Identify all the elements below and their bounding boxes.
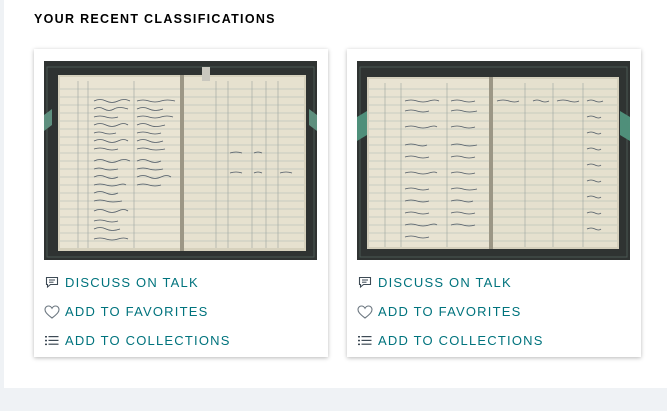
subject-thumbnail[interactable] <box>357 61 630 260</box>
heart-outline-icon <box>357 304 373 320</box>
add-to-collections-button[interactable]: ADD TO COLLECTIONS <box>44 326 317 355</box>
discuss-on-talk-link[interactable]: DISCUSS ON TALK <box>357 268 630 297</box>
speech-bubble-icon <box>357 275 373 291</box>
discuss-on-talk-label: DISCUSS ON TALK <box>65 275 199 290</box>
ledger-image <box>44 61 317 260</box>
add-to-collections-label: ADD TO COLLECTIONS <box>378 333 544 348</box>
add-to-collections-label: ADD TO COLLECTIONS <box>65 333 231 348</box>
card-actions: DISCUSS ON TALK ADD TO FAVORITES ADD TO … <box>44 268 317 355</box>
classification-card: DISCUSS ON TALK ADD TO FAVORITES ADD TO … <box>347 49 641 357</box>
discuss-on-talk-label: DISCUSS ON TALK <box>378 275 512 290</box>
heart-outline-icon <box>44 304 60 320</box>
recent-classifications-panel: YOUR RECENT CLASSIFICATIONS DISCUSS ON T… <box>4 0 667 388</box>
add-to-favorites-label: ADD TO FAVORITES <box>378 304 522 319</box>
add-to-favorites-button[interactable]: ADD TO FAVORITES <box>44 297 317 326</box>
card-actions: DISCUSS ON TALK ADD TO FAVORITES ADD TO … <box>357 268 630 355</box>
list-icon <box>44 333 60 349</box>
subject-thumbnail[interactable] <box>44 61 317 260</box>
discuss-on-talk-link[interactable]: DISCUSS ON TALK <box>44 268 317 297</box>
section-title: YOUR RECENT CLASSIFICATIONS <box>34 12 276 26</box>
ledger-image <box>357 61 630 260</box>
speech-bubble-icon <box>44 275 60 291</box>
list-icon <box>357 333 373 349</box>
add-to-collections-button[interactable]: ADD TO COLLECTIONS <box>357 326 630 355</box>
classification-card: DISCUSS ON TALK ADD TO FAVORITES ADD TO … <box>34 49 328 357</box>
add-to-favorites-label: ADD TO FAVORITES <box>65 304 209 319</box>
add-to-favorites-button[interactable]: ADD TO FAVORITES <box>357 297 630 326</box>
